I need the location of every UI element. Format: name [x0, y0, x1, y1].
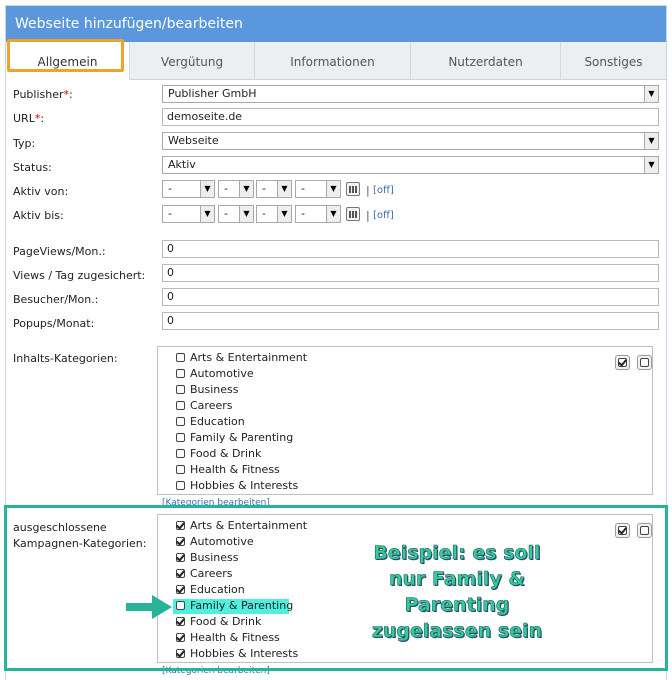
aktiv-bis-hour-select[interactable]: - ▼ [295, 205, 341, 223]
tab-informationen[interactable]: Informationen [255, 42, 411, 80]
chevron-down-icon: ▼ [239, 181, 253, 197]
category-item[interactable]: Family & Parenting [176, 431, 293, 445]
aktiv-von-hour-select[interactable]: - ▼ [295, 180, 341, 198]
pageviews-input[interactable]: 0 [162, 240, 659, 258]
category-item[interactable]: Careers [176, 399, 233, 413]
category-item[interactable]: Arts & Entertainment [176, 351, 307, 365]
checkbox-icon[interactable] [176, 417, 185, 426]
calendar-icon[interactable] [346, 207, 360, 221]
window-title: Webseite hinzufügen/bearbeiten [6, 6, 666, 42]
select-none-button[interactable] [637, 355, 652, 370]
tab-sonstiges[interactable]: Sonstiges [561, 42, 666, 80]
besucher-input[interactable]: 0 [162, 288, 659, 306]
separator: | [366, 209, 370, 222]
aktiv-von-off-link[interactable]: [off] [373, 185, 394, 196]
calendar-icon[interactable] [346, 182, 360, 196]
checkbox-icon[interactable] [176, 465, 185, 474]
chevron-down-icon: ▼ [277, 181, 291, 197]
publisher-select[interactable]: Publisher GmbH ▼ [162, 85, 659, 103]
status-label: Status: [13, 161, 52, 174]
arrow-right-icon [126, 595, 172, 619]
pageviews-label: PageViews/Mon.: [13, 245, 106, 258]
views-tag-label: Views / Tag zugesichert: [13, 269, 146, 282]
aktiv-bis-year-select[interactable]: - ▼ [256, 205, 292, 223]
popups-label: Popups/Monat: [13, 317, 95, 330]
aktiv-bis-month-select[interactable]: - ▼ [218, 205, 254, 223]
chevron-down-icon: ▼ [200, 181, 214, 197]
checkbox-empty-icon [640, 358, 649, 367]
checkbox-icon[interactable] [176, 481, 185, 490]
url-label: URL*: [13, 112, 45, 125]
typ-label: Typ: [13, 137, 36, 150]
annotation-line: zugelassen sein [371, 620, 543, 643]
chevron-down-icon: ▼ [644, 157, 658, 173]
chevron-down-icon: ▼ [326, 181, 340, 197]
aktiv-bis-off-link[interactable]: [off] [373, 210, 394, 221]
annotation-line: nur Family & [388, 568, 526, 591]
aktiv-bis-label: Aktiv bis: [13, 209, 64, 222]
publisher-label: Publisher*: [13, 88, 73, 101]
separator: | [366, 184, 370, 197]
typ-select[interactable]: Webseite ▼ [162, 132, 659, 150]
tab-highlight-frame [7, 39, 124, 72]
chevron-down-icon: ▼ [277, 206, 291, 222]
chevron-down-icon: ▼ [326, 206, 340, 222]
category-item[interactable]: Hobbies & Interests [176, 479, 298, 493]
checkbox-icon[interactable] [176, 353, 185, 362]
inhalts-kategorien-label: Inhalts-Kategorien: [13, 352, 118, 365]
checkbox-icon[interactable] [176, 449, 185, 458]
aktiv-von-month-select[interactable]: - ▼ [218, 180, 254, 198]
checkbox-icon[interactable] [176, 385, 185, 394]
checkbox-icon[interactable] [176, 369, 185, 378]
annotation-line: Parenting [404, 594, 510, 617]
select-all-button[interactable] [615, 355, 630, 370]
annotation-line: Beispiel: es soll [373, 542, 541, 565]
category-item[interactable]: Health & Fitness [176, 463, 280, 477]
tab-nutzerdaten[interactable]: Nutzerdaten [411, 42, 561, 80]
status-select[interactable]: Aktiv ▼ [162, 156, 659, 174]
tab-verguetung[interactable]: Vergütung [130, 42, 255, 80]
category-item[interactable]: Education [176, 415, 245, 429]
views-tag-input[interactable]: 0 [162, 264, 659, 282]
chevron-down-icon: ▼ [239, 206, 253, 222]
checkbox-checked-icon [618, 358, 627, 367]
checkbox-icon[interactable] [176, 401, 185, 410]
url-input[interactable]: demoseite.de [162, 108, 659, 126]
aktiv-von-day-select[interactable]: - ▼ [162, 180, 215, 198]
checkbox-icon[interactable] [176, 433, 185, 442]
category-item[interactable]: Automotive [176, 367, 254, 381]
category-item[interactable]: Food & Drink [176, 447, 261, 461]
chevron-down-icon: ▼ [200, 206, 214, 222]
aktiv-von-label: Aktiv von: [13, 185, 69, 198]
popups-input[interactable]: 0 [162, 312, 659, 330]
chevron-down-icon: ▼ [644, 133, 658, 149]
aktiv-bis-day-select[interactable]: - ▼ [162, 205, 215, 223]
aktiv-von-year-select[interactable]: - ▼ [256, 180, 292, 198]
category-item[interactable]: Business [176, 383, 239, 397]
besucher-label: Besucher/Mon.: [13, 293, 99, 306]
kategorien-bearbeiten-link[interactable]: [Kategorien bearbeiten] [162, 498, 270, 505]
annotation-text: Beispiel: es soll nur Family & Parenting… [342, 540, 572, 644]
chevron-down-icon: ▼ [644, 86, 658, 102]
